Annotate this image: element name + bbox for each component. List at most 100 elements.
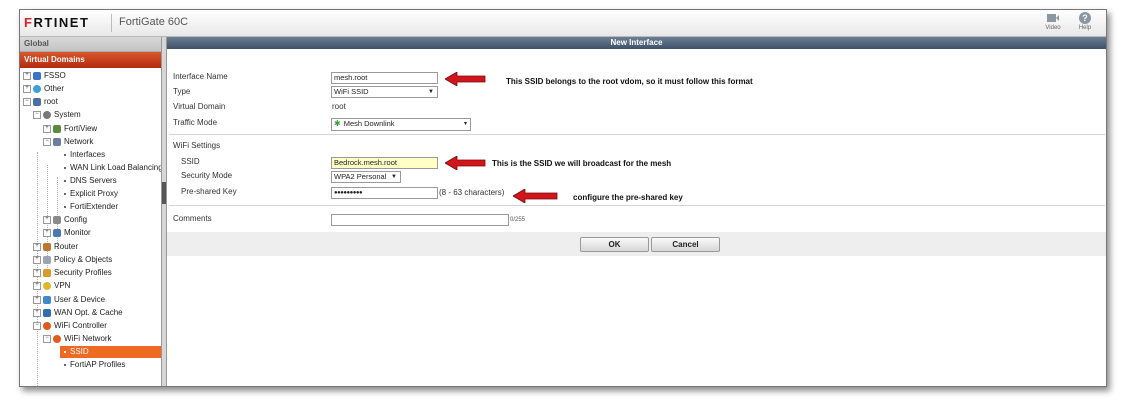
sidebar-item-dns-servers[interactable]: DNS Servers bbox=[64, 175, 117, 187]
vpn-icon bbox=[43, 281, 51, 290]
sidebar-item-fsso[interactable]: + FSSO bbox=[23, 70, 66, 82]
traffic-mode-select[interactable]: ✱ Mesh Downlink ▾ bbox=[331, 118, 471, 131]
sidebar-item-interfaces[interactable]: Interfaces bbox=[64, 149, 105, 161]
expand-icon[interactable]: + bbox=[33, 281, 41, 290]
sidebar-item-user-device[interactable]: + User & Device bbox=[33, 294, 105, 306]
bullet-icon bbox=[64, 350, 66, 353]
sidebar-global-header[interactable]: Global bbox=[20, 37, 161, 52]
bullet-icon bbox=[64, 179, 66, 182]
expand-icon[interactable]: + bbox=[33, 268, 41, 277]
expand-icon[interactable]: + bbox=[23, 84, 31, 93]
type-select[interactable]: WiFi SSID ▼ bbox=[331, 86, 438, 98]
sidebar-item-wan-opt-cache[interactable]: + WAN Opt. & Cache bbox=[33, 307, 123, 319]
expand-icon[interactable]: + bbox=[33, 308, 41, 317]
dropdown-arrow-icon: ▼ bbox=[391, 174, 397, 180]
collapse-icon[interactable]: − bbox=[33, 110, 41, 119]
expand-icon[interactable]: + bbox=[43, 228, 51, 237]
sidebar-item-security-profiles[interactable]: + Security Profiles bbox=[33, 267, 112, 279]
device-name: FortiGate 60C bbox=[119, 16, 189, 28]
sidebar-item-router[interactable]: + Router bbox=[33, 241, 78, 253]
sidebar-item-wifi-network[interactable]: − WiFi Network bbox=[43, 333, 112, 345]
wifi-icon bbox=[53, 334, 61, 343]
collapse-icon[interactable]: − bbox=[33, 321, 41, 330]
wanopt-icon bbox=[43, 308, 51, 317]
sidebar-item-fortiview[interactable]: + FortiView bbox=[43, 123, 97, 135]
sidebar-vdom-header[interactable]: Virtual Domains bbox=[20, 52, 161, 68]
expand-icon[interactable]: + bbox=[33, 255, 41, 264]
annotation-arrow-icon bbox=[445, 156, 486, 170]
interface-name-input[interactable]: mesh.root bbox=[331, 72, 438, 84]
expand-icon[interactable]: + bbox=[33, 295, 41, 304]
sidebar-item-wan-llb[interactable]: WAN Link Load Balancing bbox=[64, 162, 162, 174]
sidebar-item-label: WAN Link Load Balancing bbox=[70, 163, 162, 172]
comments-label: Comments bbox=[173, 214, 212, 223]
sidebar-item-system[interactable]: − System bbox=[33, 109, 81, 121]
video-button[interactable]: Video bbox=[1041, 12, 1065, 31]
ok-button[interactable]: OK bbox=[580, 237, 649, 252]
sidebar-item-label: DNS Servers bbox=[70, 176, 117, 185]
sidebar-item-label: FSSO bbox=[44, 71, 66, 80]
sidebar-item-label: Security Profiles bbox=[54, 268, 112, 277]
type-select-value: WiFi SSID bbox=[334, 87, 369, 96]
video-label: Video bbox=[1045, 25, 1061, 31]
sidebar-item-vpn[interactable]: + VPN bbox=[33, 280, 70, 292]
sidebar-item-network[interactable]: − Network bbox=[43, 136, 93, 148]
sidebar-item-wifi-controller[interactable]: − WiFi Controller bbox=[33, 320, 107, 332]
ssid-label: SSID bbox=[181, 157, 200, 166]
security-mode-label: Security Mode bbox=[181, 171, 233, 180]
sidebar: Global Virtual Domains + FSSO + Other − roo… bbox=[20, 37, 162, 386]
type-label: Type bbox=[173, 87, 191, 96]
virtual-domain-value: root bbox=[332, 102, 346, 111]
cancel-button[interactable]: Cancel bbox=[651, 237, 720, 252]
collapse-icon[interactable]: − bbox=[43, 334, 51, 343]
sidebar-item-policy-objects[interactable]: + Policy & Objects bbox=[33, 254, 112, 266]
dropdown-arrow-icon: ▾ bbox=[463, 121, 467, 127]
help-button[interactable]: ? Help bbox=[1073, 12, 1097, 31]
virtual-domain-label: Virtual Domain bbox=[173, 102, 226, 111]
monitor-icon bbox=[53, 228, 61, 237]
router-icon bbox=[43, 242, 51, 251]
sidebar-item-ssid[interactable]: SSID bbox=[60, 346, 161, 358]
comments-textarea[interactable] bbox=[331, 214, 509, 226]
mesh-icon: ✱ bbox=[334, 119, 341, 128]
divider bbox=[169, 205, 1105, 206]
psk-input[interactable]: ●●●●●●●●● bbox=[331, 187, 438, 199]
expand-icon[interactable]: + bbox=[43, 215, 51, 224]
ssid-input[interactable]: Bedrock.mesh.root bbox=[331, 157, 438, 169]
sidebar-item-fortiextender[interactable]: FortiExtender bbox=[64, 201, 118, 213]
sidebar-item-label: SSID bbox=[70, 347, 89, 356]
wifi-settings-label: WiFi Settings bbox=[173, 141, 221, 150]
sidebar-item-label: Other bbox=[44, 84, 65, 93]
expand-icon[interactable]: + bbox=[33, 242, 41, 251]
ssid-annotation: This is the SSID we will broadcast for t… bbox=[492, 159, 672, 168]
expand-icon[interactable]: + bbox=[23, 71, 31, 80]
app-window: FRTINET FortiGate 60C Video ? Help Globa… bbox=[19, 9, 1107, 387]
policy-icon bbox=[43, 255, 51, 264]
sidebar-item-other[interactable]: + Other bbox=[23, 83, 64, 95]
sidebar-item-monitor[interactable]: + Monitor bbox=[43, 227, 91, 239]
sidebar-item-config[interactable]: + Config bbox=[43, 214, 87, 226]
sidebar-item-fortiap-profiles[interactable]: FortiAP Profiles bbox=[64, 359, 125, 371]
sidebar-item-label: Policy & Objects bbox=[54, 255, 113, 264]
sidebar-item-label: FortiView bbox=[64, 124, 98, 133]
sidebar-item-root[interactable]: − root bbox=[23, 96, 58, 108]
top-bar: FRTINET FortiGate 60C Video ? Help bbox=[20, 10, 1106, 37]
splitter-handle[interactable] bbox=[162, 182, 166, 204]
sidebar-item-label: FortiExtender bbox=[70, 202, 119, 211]
sidebar-item-label: root bbox=[44, 97, 58, 106]
collapse-icon[interactable]: − bbox=[23, 97, 31, 106]
interface-annotation: This SSID belongs to the root vdom, so i… bbox=[506, 77, 753, 86]
sidebar-item-label: Network bbox=[64, 137, 94, 146]
traffic-mode-label: Traffic Mode bbox=[173, 118, 218, 127]
bullet-icon bbox=[64, 192, 66, 195]
collapse-icon[interactable]: − bbox=[43, 137, 51, 146]
security-mode-select[interactable]: WPA2 Personal ▼ bbox=[331, 171, 401, 183]
main-content: New Interface Interface Name mesh.root T… bbox=[167, 37, 1106, 386]
interface-name-label: Interface Name bbox=[173, 72, 228, 81]
video-icon bbox=[1047, 14, 1059, 22]
sidebar-item-explicit-proxy[interactable]: Explicit Proxy bbox=[64, 188, 118, 200]
expand-icon[interactable]: + bbox=[43, 124, 51, 133]
divider bbox=[169, 134, 1105, 135]
bullet-icon bbox=[64, 153, 66, 156]
dropdown-arrow-icon: ▼ bbox=[428, 89, 434, 95]
